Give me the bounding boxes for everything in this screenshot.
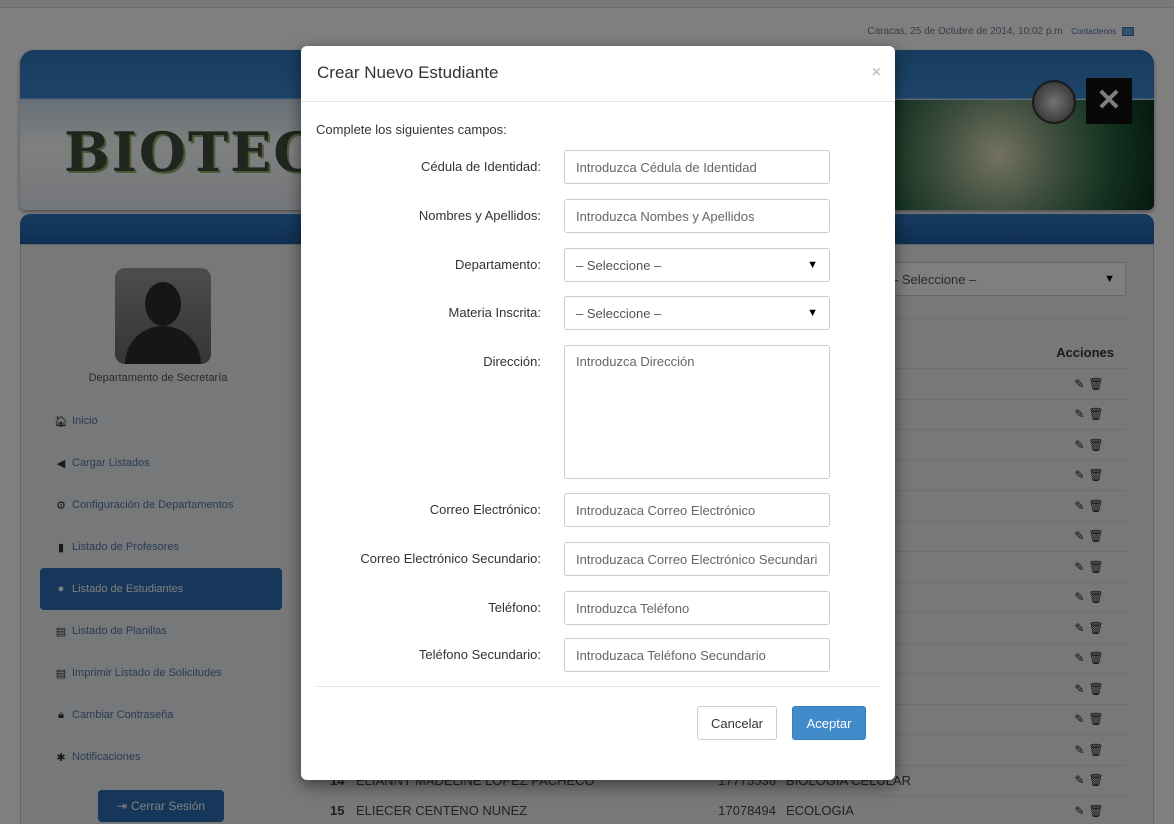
departamento-select-value: – Seleccione – [576,257,662,273]
correo-secundario-row: Correo Electrónico Secundario: [301,542,895,576]
telefono-row: Teléfono: [301,591,895,625]
telefono-input[interactable] [564,591,830,625]
direccion-row: Dirección: [301,345,895,479]
modal-header: Crear Nuevo Estudiante × [301,46,895,102]
telefono-secundario-row: Teléfono Secundario: [301,638,895,672]
materia-select-value: – Seleccione – [576,305,662,321]
nombres-label: Nombres y Apellidos: [418,208,541,223]
telefono-secundario-label: Teléfono Secundario: [418,647,541,662]
direccion-textarea[interactable] [564,345,830,479]
cedula-label: Cédula de Identidad: [421,159,541,174]
materia-label: Materia Inscrita: [448,305,541,320]
direccion-label: Dirección: [483,354,541,369]
chevron-down-icon: ▼ [807,259,818,271]
close-icon[interactable]: × [872,64,881,82]
telefono-label: Teléfono: [488,600,541,615]
correo-secundario-input[interactable] [564,542,830,576]
correo-secundario-label: Correo Electrónico Secundario: [360,551,541,566]
departamento-label: Departamento: [455,257,541,272]
departamento-select[interactable]: – Seleccione – ▼ [564,248,830,282]
materia-row: Materia Inscrita: – Seleccione – ▼ [301,296,895,330]
correo-row: Correo Electrónico: [301,493,895,527]
cedula-row: Cédula de Identidad: [301,150,895,184]
modal-title: Crear Nuevo Estudiante [317,63,499,82]
modal-footer-divider [316,686,880,687]
chevron-down-icon: ▼ [807,307,818,319]
accept-button[interactable]: Aceptar [792,706,866,740]
nombres-input[interactable] [564,199,830,233]
form-intro: Complete los siguientes campos: [316,122,507,137]
telefono-secundario-input[interactable] [564,638,830,672]
materia-select[interactable]: – Seleccione – ▼ [564,296,830,330]
correo-input[interactable] [564,493,830,527]
departamento-row: Departamento: – Seleccione – ▼ [301,248,895,282]
cancel-button[interactable]: Cancelar [697,706,777,740]
nombres-row: Nombres y Apellidos: [301,199,895,233]
correo-label: Correo Electrónico: [429,502,541,517]
create-student-modal: Crear Nuevo Estudiante × Complete los si… [301,46,895,780]
cedula-input[interactable] [564,150,830,184]
